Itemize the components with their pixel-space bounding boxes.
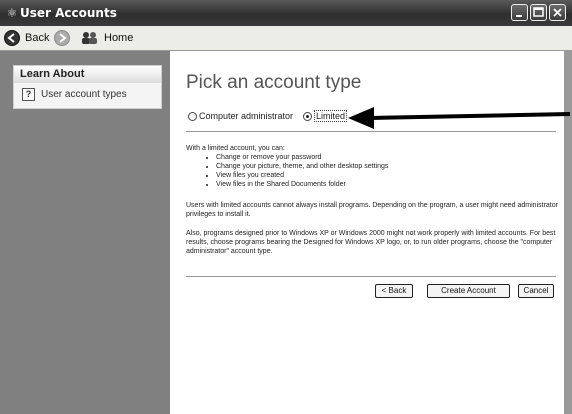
learn-about-title: Learn About [14, 66, 161, 83]
list-item: View files you created [216, 171, 558, 180]
user-accounts-icon: ⚛ [6, 6, 18, 20]
minimize-icon [516, 15, 522, 17]
back-button[interactable]: < Back [375, 284, 413, 298]
forward-nav-button[interactable] [54, 29, 70, 47]
annotation-arrow-icon [348, 107, 571, 129]
back-nav-label: Back [25, 32, 50, 44]
title-bar[interactable]: ⚛ User Accounts [0, 0, 572, 26]
minimize-button[interactable] [511, 4, 528, 21]
close-button[interactable] [549, 4, 566, 21]
help-icon: ? [22, 87, 35, 101]
maximize-icon [533, 7, 544, 17]
install-note: Users with limited accounts cannot alway… [186, 202, 558, 218]
maximize-button[interactable] [530, 4, 547, 21]
cancel-button[interactable]: Cancel [518, 284, 554, 298]
home-nav-label: Home [104, 32, 134, 44]
back-nav-button[interactable]: Back [4, 29, 49, 47]
create-account-button[interactable]: Create Account [427, 284, 510, 298]
navigation-toolbar: Back Home [0, 26, 572, 51]
learn-about-panel: Learn About ? User account types [13, 65, 162, 109]
user-accounts-window: ⚛ User Accounts Back Home Learn About ? … [0, 0, 572, 414]
list-item: View files in the Shared Documents folde… [216, 180, 558, 189]
forward-arrow-icon [54, 30, 70, 46]
divider [186, 276, 556, 277]
sidebar: Learn About ? User account types [0, 51, 170, 414]
home-nav-button[interactable]: Home [80, 29, 133, 47]
compatibility-note: Also, programs designed prior to Windows… [186, 230, 556, 255]
sidebar-item-user-account-types[interactable]: ? User account types [14, 83, 161, 105]
users-home-icon [82, 32, 97, 44]
close-icon [553, 8, 562, 17]
window-title: User Accounts [20, 6, 117, 20]
sidebar-item-label: User account types [41, 88, 127, 100]
back-arrow-icon [4, 30, 20, 46]
